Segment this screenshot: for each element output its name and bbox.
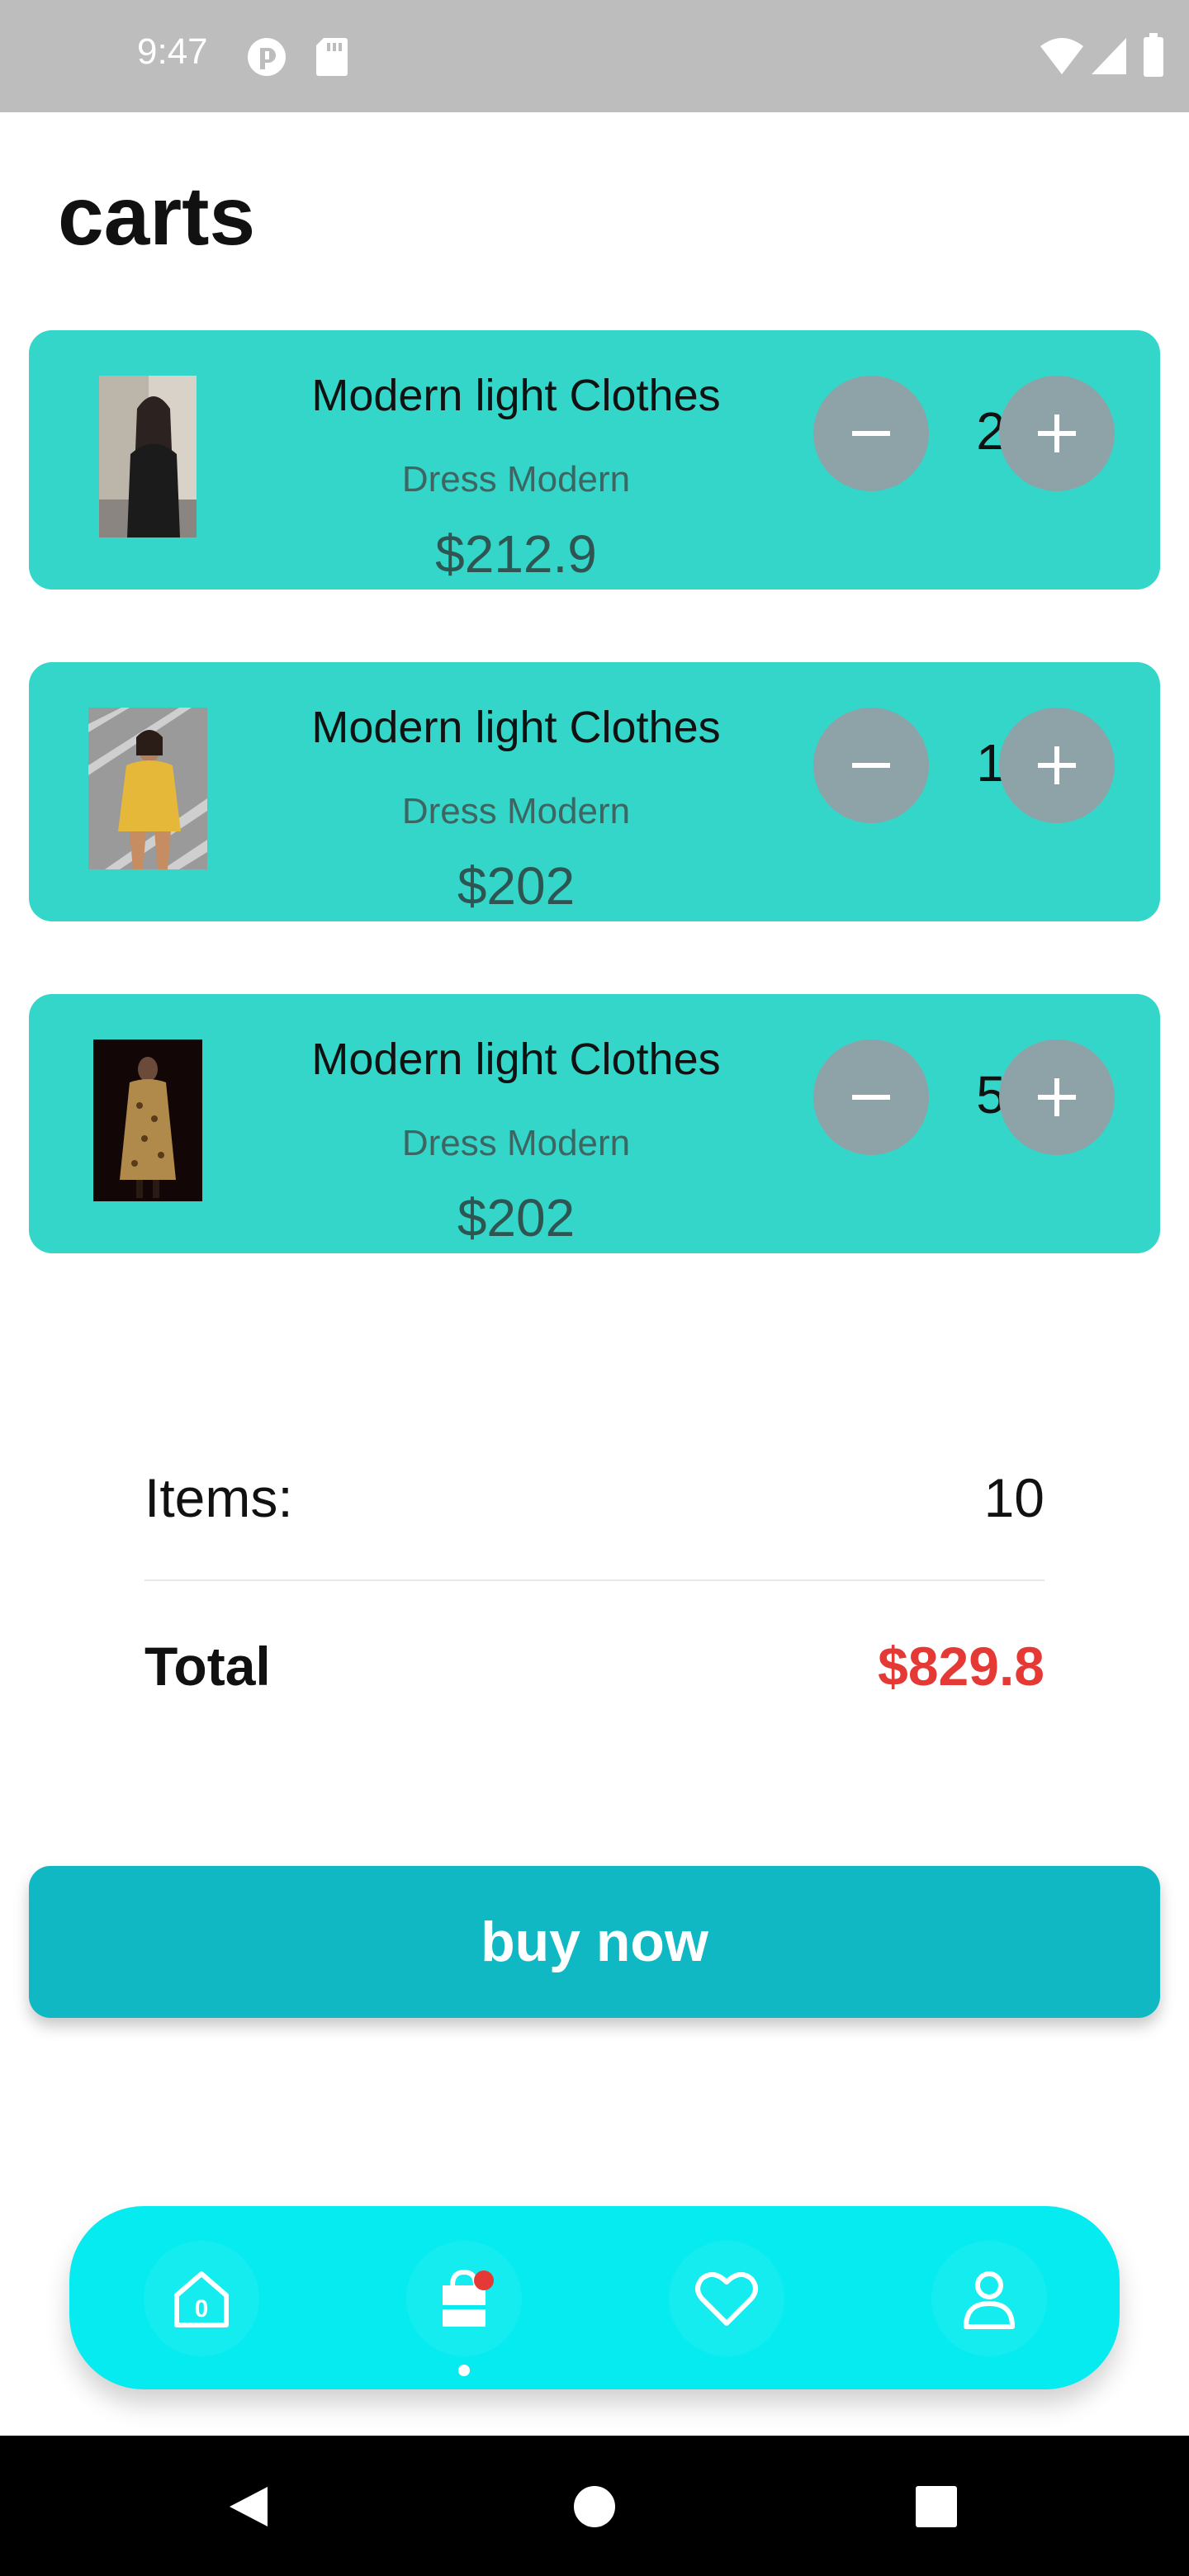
status-bar: 9:47 [0, 0, 1189, 112]
minus-icon [852, 1095, 890, 1100]
items-label: Items: [144, 1467, 293, 1528]
cart-item-card[interactable]: Modern light Clothes Dress Modern $212.9… [29, 330, 1160, 590]
items-count: 10 [983, 1467, 1045, 1528]
system-nav-bar [0, 2436, 1189, 2576]
decrease-quantity-button[interactable] [813, 1039, 929, 1155]
plus-icon [1038, 414, 1076, 452]
minus-icon [852, 763, 890, 768]
recents-icon[interactable] [915, 2485, 958, 2528]
bottom-nav: 0 [69, 2206, 1120, 2389]
signal-icon [1090, 36, 1128, 76]
active-indicator [458, 2365, 470, 2376]
nav-cart[interactable] [406, 2241, 522, 2376]
wifi-icon [1039, 36, 1085, 76]
notification-icon [246, 36, 287, 78]
cart-item-card[interactable]: Modern light Clothes Dress Modern $202 1 [29, 662, 1160, 921]
page-title: carts [58, 170, 256, 263]
decrease-quantity-button[interactable] [813, 376, 929, 491]
product-price: $212.9 [435, 524, 597, 584]
cart-item-card[interactable]: Modern light Clothes Dress Modern $202 5 [29, 994, 1160, 1253]
product-price: $202 [457, 856, 576, 916]
nav-home[interactable]: 0 [144, 2241, 259, 2356]
plus-icon [1038, 746, 1076, 784]
minus-icon [852, 431, 890, 436]
total-label: Total [144, 1636, 271, 1697]
back-icon[interactable] [225, 2484, 271, 2530]
battery-icon [1143, 33, 1164, 78]
summary-divider [144, 1579, 1045, 1581]
plus-icon [1038, 1078, 1076, 1116]
cart-icon [443, 2269, 494, 2327]
decrease-quantity-button[interactable] [813, 708, 929, 823]
home-circle-icon[interactable] [573, 2485, 616, 2528]
sd-card-icon [315, 36, 348, 78]
home-badge: 0 [194, 2295, 209, 2323]
increase-quantity-button[interactable] [999, 708, 1115, 823]
increase-quantity-button[interactable] [999, 376, 1115, 491]
increase-quantity-button[interactable] [999, 1039, 1115, 1155]
profile-icon [964, 2271, 1015, 2329]
product-price: $202 [457, 1188, 576, 1248]
buy-now-button[interactable]: buy now [29, 1866, 1160, 2018]
nav-profile[interactable] [931, 2241, 1047, 2356]
total-amount: $829.8 [878, 1636, 1045, 1697]
heart-icon [695, 2271, 758, 2326]
nav-favorites[interactable] [669, 2241, 784, 2356]
status-time: 9:47 [137, 31, 208, 72]
